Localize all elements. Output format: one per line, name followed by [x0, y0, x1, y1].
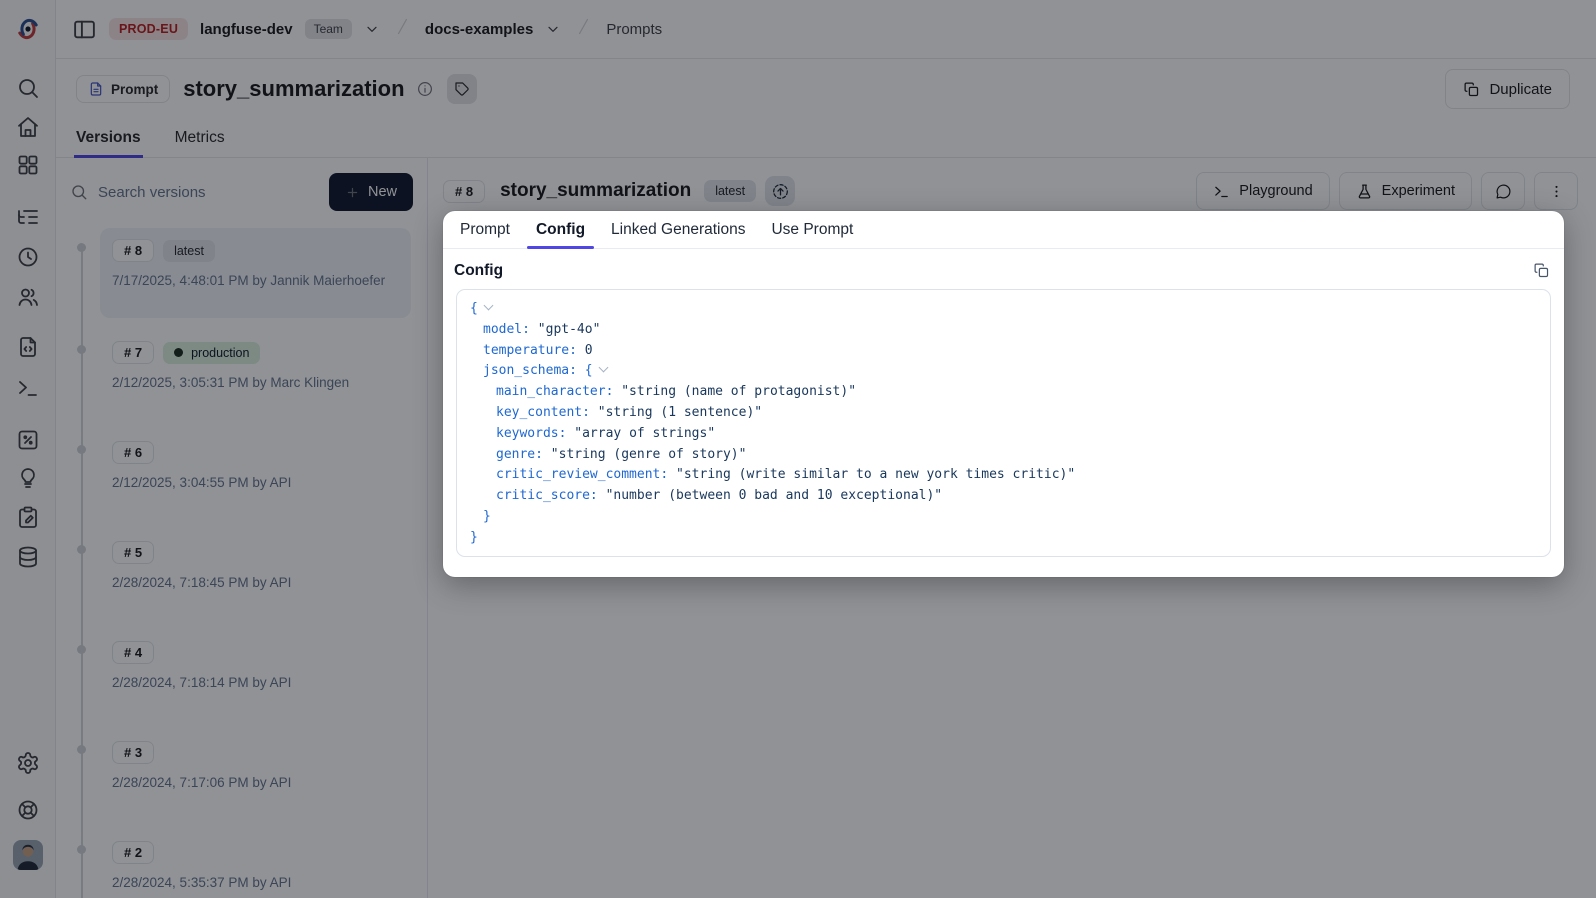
json-key: critic_score:: [496, 488, 598, 503]
json-value: "gpt-4o": [530, 322, 600, 337]
json-key: model:: [483, 322, 530, 337]
config-json-line: }: [470, 507, 1537, 528]
config-json-line: critic_score: "number (between 0 bad and…: [470, 486, 1537, 507]
detail-tab-prompt[interactable]: Prompt: [451, 211, 519, 248]
detail-tab-config[interactable]: Config: [527, 211, 594, 248]
json-key: genre:: [496, 447, 543, 462]
config-json-line: key_content: "string (1 sentence)": [470, 403, 1537, 424]
config-heading: Config: [454, 262, 503, 280]
json-value: "string (genre of story)": [543, 447, 747, 462]
json-key: json_schema:: [483, 363, 577, 378]
json-bracket: }: [470, 530, 478, 545]
version-detail-card: PromptConfigLinked GenerationsUse Prompt…: [443, 211, 1564, 577]
detail-tab-use-prompt[interactable]: Use Prompt: [762, 211, 862, 248]
copy-config-button[interactable]: [1532, 262, 1550, 280]
json-key: keywords:: [496, 426, 566, 441]
json-value: "number (between 0 bad and 10 exceptiona…: [598, 488, 942, 503]
json-key: critic_review_comment:: [496, 467, 668, 482]
json-key: temperature:: [483, 343, 577, 358]
config-json-line: }: [470, 528, 1537, 549]
json-bracket: {: [577, 363, 593, 378]
config-json-line: main_character: "string (name of protago…: [470, 382, 1537, 403]
config-section-header: Config: [443, 249, 1564, 289]
json-value: 0: [577, 343, 593, 358]
config-json-line: json_schema: {: [470, 361, 1537, 382]
json-value: "string (name of protagonist)": [613, 384, 856, 399]
config-json-line: critic_review_comment: "string (write si…: [470, 465, 1537, 486]
detail-tab-linked-generations[interactable]: Linked Generations: [602, 211, 754, 248]
config-json-line: {: [470, 299, 1537, 320]
copy-icon: [1533, 262, 1550, 279]
json-key: main_character:: [496, 384, 613, 399]
detail-tabs: PromptConfigLinked GenerationsUse Prompt: [443, 211, 1564, 249]
langfuse-app: PROD-EU langfuse-dev Team docs-examples …: [0, 0, 1596, 898]
config-json-line: keywords: "array of strings": [470, 424, 1537, 445]
json-value: "string (write similar to a new york tim…: [668, 467, 1075, 482]
config-json-line: model: "gpt-4o": [470, 320, 1537, 341]
json-value: "array of strings": [566, 426, 715, 441]
json-bracket: }: [483, 509, 491, 524]
config-json-line: temperature: 0: [470, 341, 1537, 362]
config-json-viewer: {model: "gpt-4o"temperature: 0json_schem…: [456, 289, 1551, 557]
json-key: key_content:: [496, 405, 590, 420]
json-value: "string (1 sentence)": [590, 405, 762, 420]
config-json-line: genre: "string (genre of story)": [470, 445, 1537, 466]
collapse-chevron-icon[interactable]: [483, 301, 493, 311]
json-bracket: {: [470, 301, 478, 316]
collapse-chevron-icon[interactable]: [598, 363, 608, 373]
